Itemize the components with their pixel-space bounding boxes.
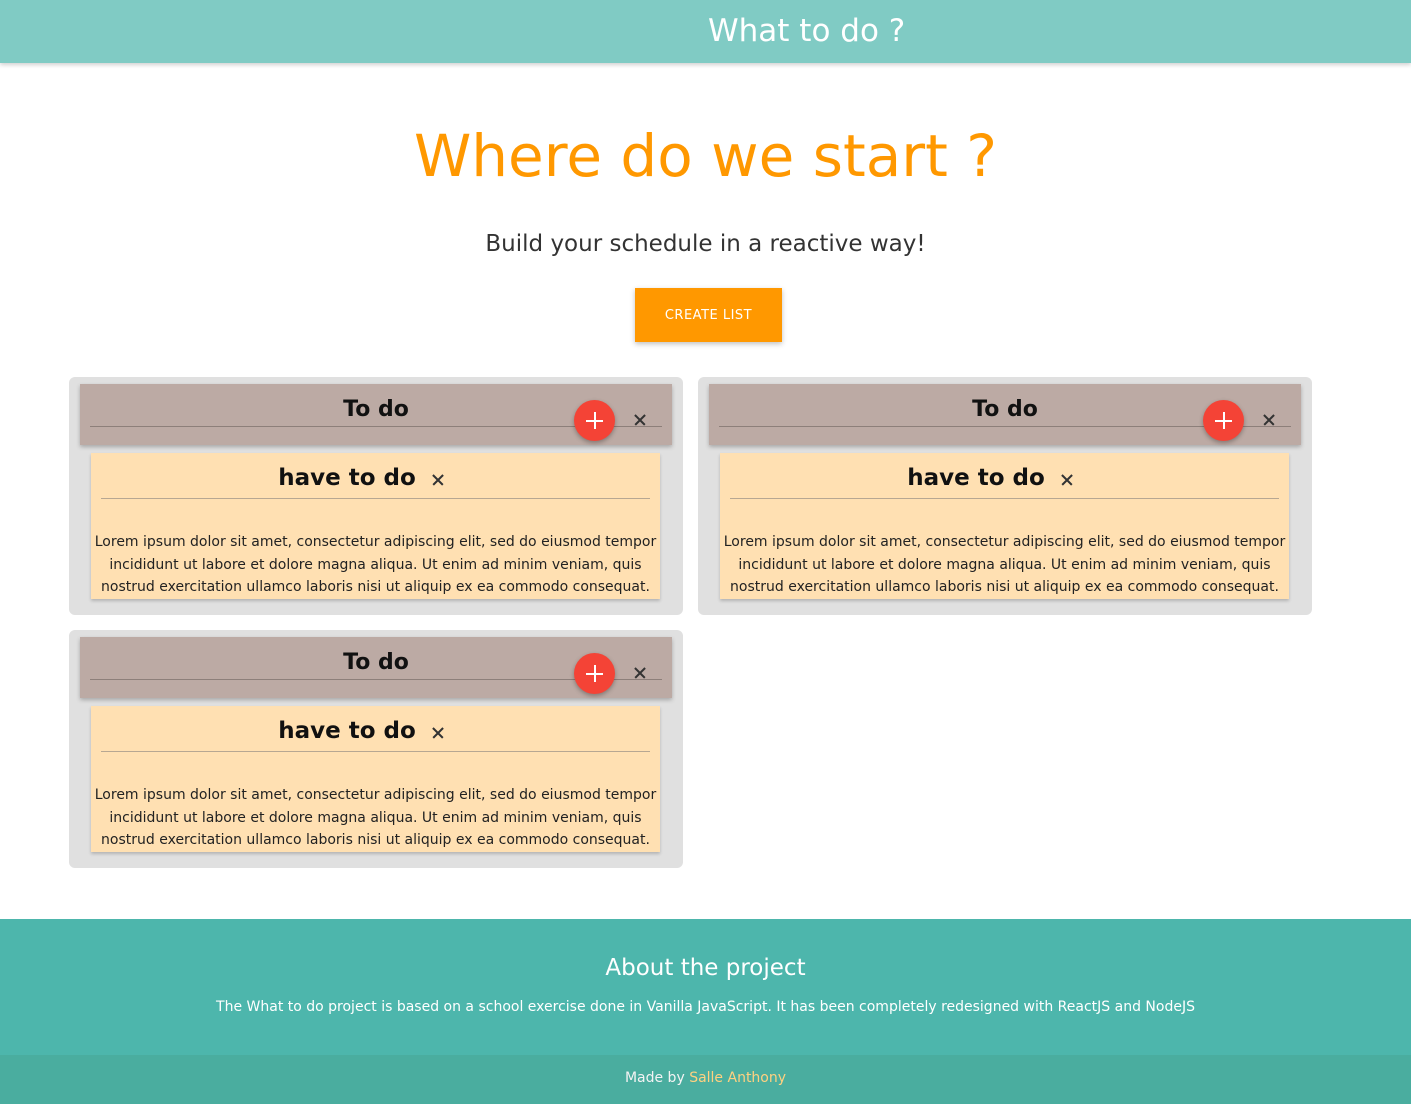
card-description: Lorem ipsum dolor sit amet, consectetur … xyxy=(723,534,1286,595)
delete-list-close-icon[interactable] xyxy=(633,666,647,680)
card-title: have to do xyxy=(278,718,416,744)
add-card-button[interactable] xyxy=(574,653,615,694)
footer-description: The What to do project is based on a sch… xyxy=(216,999,1195,1015)
list-header: To do xyxy=(80,384,672,445)
todo-card: have to do Lorem ipsum dolor sit amet, c… xyxy=(91,706,660,852)
page-title: Where do we start ? xyxy=(413,122,998,190)
page-footer: About the project The What to do project… xyxy=(0,919,1411,1055)
todo-list: To do have to do Lorem ipsum dolor sit a… xyxy=(69,630,683,868)
card-description: Lorem ipsum dolor sit amet, consectetur … xyxy=(94,534,657,595)
todo-list: To do have to do Lorem ipsum dolor sit a… xyxy=(69,377,683,615)
copyright-bar: Made by Salle Anthony xyxy=(0,1055,1411,1104)
card-title: have to do xyxy=(278,465,416,491)
delete-list-close-icon[interactable] xyxy=(633,413,647,427)
brand-title[interactable]: What to do ? xyxy=(708,10,905,52)
page-subtitle: Build your schedule in a reactive way! xyxy=(485,231,926,257)
author-link[interactable]: Salle Anthony xyxy=(689,1070,786,1086)
create-list-button[interactable]: CREATE LIST xyxy=(635,288,782,342)
card-divider xyxy=(101,751,650,752)
add-card-button[interactable] xyxy=(1203,400,1244,441)
card-divider xyxy=(101,498,650,499)
add-card-button[interactable] xyxy=(574,400,615,441)
delete-card-close-icon[interactable] xyxy=(1060,473,1074,487)
todo-card: have to do Lorem ipsum dolor sit amet, c… xyxy=(91,453,660,599)
todo-list: To do have to do Lorem ipsum dolor sit a… xyxy=(698,377,1312,615)
card-description: Lorem ipsum dolor sit amet, consectetur … xyxy=(94,787,657,848)
delete-card-close-icon[interactable] xyxy=(431,473,445,487)
top-navbar: What to do ? xyxy=(0,0,1411,63)
card-title: have to do xyxy=(907,465,1045,491)
card-divider xyxy=(730,498,1279,499)
list-header: To do xyxy=(709,384,1301,445)
delete-card-close-icon[interactable] xyxy=(431,726,445,740)
delete-list-close-icon[interactable] xyxy=(1262,413,1276,427)
todo-card: have to do Lorem ipsum dolor sit amet, c… xyxy=(720,453,1289,599)
footer-title: About the project xyxy=(605,955,806,981)
list-header: To do xyxy=(80,637,672,698)
made-by-label: Made by xyxy=(624,1070,685,1086)
